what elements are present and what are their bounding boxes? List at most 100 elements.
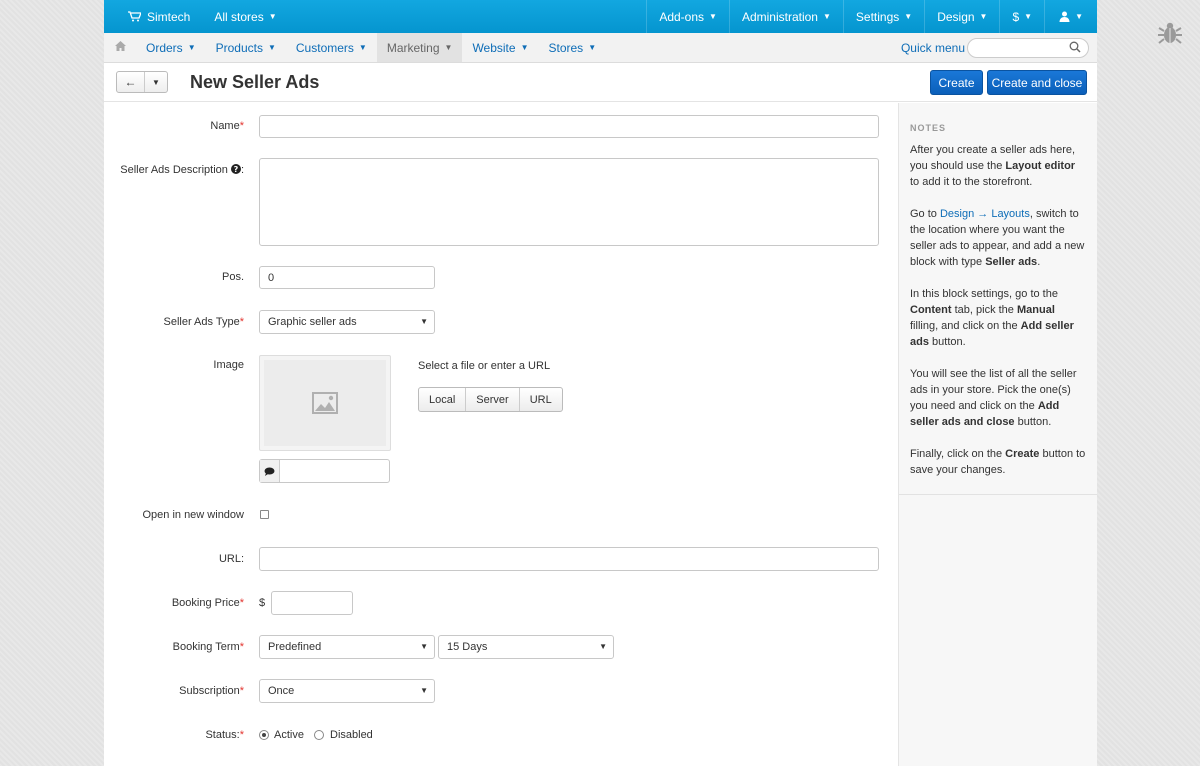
chevron-down-icon: ▼ bbox=[1075, 12, 1083, 21]
notes-bold: Create bbox=[1005, 448, 1040, 460]
nav-products[interactable]: Products ▼ bbox=[206, 33, 286, 62]
booking-price-label-text: Booking Price bbox=[171, 597, 240, 609]
booking-days-select[interactable]: 15 Days ▼ bbox=[438, 635, 614, 659]
nav-stores-label: Stores bbox=[548, 40, 584, 55]
main-nav: Orders ▼ Products ▼ Customers ▼ Marketing ▼ … bbox=[104, 33, 1097, 63]
booking-price-label: Booking Price* bbox=[172, 597, 244, 609]
url-label: URL: bbox=[218, 553, 244, 565]
image-preview bbox=[259, 355, 391, 451]
quick-menu-link[interactable]: Quick menu bbox=[901, 41, 965, 55]
nav-products-label: Products bbox=[215, 40, 263, 55]
currency-symbol: $ bbox=[259, 597, 266, 609]
chevron-down-icon: ▼ bbox=[267, 43, 276, 52]
notes-paragraph-2: Go to Design → Layouts, switch to the lo… bbox=[910, 206, 1086, 270]
nav-customers-label: Customers bbox=[295, 40, 354, 55]
nav-orders[interactable]: Orders ▼ bbox=[136, 33, 206, 62]
seller-ads-type-value: Graphic seller ads bbox=[268, 316, 357, 328]
local-button[interactable]: Local bbox=[419, 388, 467, 411]
url-button[interactable]: URL bbox=[520, 388, 562, 411]
required-marker: * bbox=[239, 641, 244, 653]
home-icon[interactable] bbox=[104, 41, 136, 54]
notes-text: . bbox=[1037, 256, 1041, 268]
chevron-down-icon: ▼ bbox=[187, 43, 196, 52]
status-active-label[interactable]: Active bbox=[274, 729, 304, 741]
image-prompt: Select a file or enter a URL bbox=[418, 360, 551, 372]
chevron-down-icon: ▼ bbox=[358, 43, 367, 52]
description-label-text: Seller Ads Description bbox=[120, 164, 228, 176]
nav-marketing[interactable]: Marketing ▼ bbox=[376, 33, 463, 62]
description-textarea[interactable] bbox=[259, 158, 879, 246]
search-input[interactable] bbox=[967, 38, 1089, 58]
nav-customers[interactable]: Customers ▼ bbox=[286, 33, 377, 62]
menu-addons[interactable]: Add-ons ▼ bbox=[646, 0, 729, 33]
menu-settings-label: Settings bbox=[855, 9, 900, 24]
booking-term-select[interactable]: Predefined ▼ bbox=[259, 635, 435, 659]
nav-orders-label: Orders bbox=[146, 40, 183, 55]
notes-sidebar: NOTES After you create a seller ads here… bbox=[898, 103, 1097, 766]
notes-bold: Content bbox=[910, 304, 952, 316]
notes-text: to add it to the storefront. bbox=[910, 176, 1033, 188]
design-layouts-link[interactable]: Design → Layouts bbox=[940, 208, 1030, 220]
booking-term-label: Booking Term* bbox=[173, 641, 244, 653]
notes-text: Go to bbox=[910, 208, 940, 220]
server-button[interactable]: Server bbox=[466, 388, 520, 411]
status-label: Status:* bbox=[205, 729, 244, 741]
new-window-checkbox[interactable] bbox=[260, 510, 269, 519]
page-title: New Seller Ads bbox=[190, 72, 320, 92]
notes-text: tab, pick the bbox=[951, 304, 1017, 316]
status-active-radio[interactable] bbox=[259, 730, 269, 740]
chevron-down-icon: ▼ bbox=[709, 12, 717, 21]
notes-text: button. bbox=[1014, 416, 1052, 428]
booking-price-input[interactable] bbox=[271, 591, 353, 615]
back-button-group: ← ▼ bbox=[116, 71, 168, 93]
menu-currency[interactable]: $ ▼ bbox=[999, 0, 1044, 33]
chevron-down-icon: ▼ bbox=[588, 43, 597, 52]
status-disabled-radio[interactable] bbox=[314, 730, 324, 740]
chevron-down-icon[interactable]: ▼ bbox=[145, 72, 167, 92]
image-source-group: Local Server URL bbox=[418, 387, 563, 412]
top-bar: Simtech All stores ▼ Add-ons ▼ Administra… bbox=[104, 0, 1097, 33]
comment-icon bbox=[260, 460, 280, 482]
description-label: Seller Ads Description ?: bbox=[120, 164, 244, 176]
subscription-value: Once bbox=[268, 685, 295, 697]
admin-panel: Simtech All stores ▼ Add-ons ▼ Administra… bbox=[104, 0, 1097, 766]
alt-text-input[interactable] bbox=[259, 459, 390, 483]
create-and-close-button[interactable]: Create and close bbox=[987, 70, 1087, 95]
chevron-down-icon: ▼ bbox=[268, 12, 277, 21]
name-input[interactable] bbox=[259, 115, 879, 138]
chevron-down-icon: ▼ bbox=[420, 642, 428, 651]
help-icon[interactable]: ? bbox=[230, 164, 241, 174]
menu-user[interactable]: ▼ bbox=[1044, 0, 1097, 33]
nav-website[interactable]: Website ▼ bbox=[462, 33, 538, 62]
notes-header: NOTES bbox=[910, 123, 947, 133]
all-stores-menu[interactable]: All stores ▼ bbox=[202, 0, 288, 33]
store-link[interactable]: Simtech bbox=[116, 0, 202, 33]
create-button[interactable]: Create bbox=[930, 70, 983, 95]
type-label: Seller Ads Type* bbox=[163, 316, 244, 328]
required-marker: * bbox=[239, 120, 244, 132]
chevron-down-icon: ▼ bbox=[599, 642, 607, 651]
menu-settings[interactable]: Settings ▼ bbox=[842, 0, 924, 33]
seller-ads-type-select[interactable]: Graphic seller ads ▼ bbox=[259, 310, 435, 334]
form-area: Name* Seller Ads Description ?: Pos. 0 S… bbox=[104, 103, 898, 766]
notes-paragraph-4: You will see the list of all the seller … bbox=[910, 366, 1086, 430]
menu-administration[interactable]: Administration ▼ bbox=[728, 0, 843, 33]
status-disabled-label[interactable]: Disabled bbox=[330, 729, 373, 741]
subscription-select[interactable]: Once ▼ bbox=[259, 679, 435, 703]
required-marker: * bbox=[239, 316, 244, 328]
status-label-text: Status: bbox=[205, 729, 240, 741]
bug-icon[interactable] bbox=[1157, 20, 1183, 46]
new-window-label: Open in new window bbox=[142, 509, 244, 521]
booking-term-value: Predefined bbox=[268, 641, 322, 653]
nav-stores[interactable]: Stores ▼ bbox=[539, 33, 607, 62]
url-input[interactable] bbox=[259, 547, 879, 571]
back-arrow-icon[interactable]: ← bbox=[117, 72, 145, 92]
subscription-label-text: Subscription bbox=[179, 685, 240, 697]
menu-design[interactable]: Design ▼ bbox=[924, 0, 999, 33]
chevron-down-icon: ▼ bbox=[420, 686, 428, 695]
notes-paragraph-5: Finally, click on the Create button to s… bbox=[910, 446, 1086, 478]
position-input[interactable]: 0 bbox=[259, 266, 435, 289]
image-placeholder-icon bbox=[312, 392, 338, 414]
chevron-down-icon: ▼ bbox=[904, 12, 913, 21]
required-marker: * bbox=[239, 729, 244, 741]
